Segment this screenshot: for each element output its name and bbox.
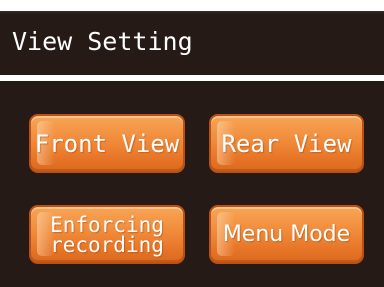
rear-view-label: Rear View bbox=[221, 129, 352, 158]
enforcing-recording-label: Enforcing recording bbox=[50, 212, 164, 257]
page-title: View Setting bbox=[12, 27, 193, 56]
enforcing-recording-label-line1: Enforcing bbox=[50, 212, 164, 237]
enforcing-recording-button[interactable]: Enforcing recording bbox=[29, 205, 185, 264]
top-accent-line bbox=[0, 11, 384, 14]
enforcing-recording-label-line2: recording bbox=[50, 232, 164, 257]
front-view-label: Front View bbox=[34, 129, 180, 158]
menu-mode-button[interactable]: Menu Mode bbox=[209, 205, 364, 264]
menu-mode-label: Menu Mode bbox=[222, 221, 351, 247]
top-border bbox=[0, 0, 384, 11]
rear-view-button[interactable]: Rear View bbox=[209, 114, 364, 173]
front-view-button[interactable]: Front View bbox=[29, 114, 185, 173]
header-divider bbox=[0, 75, 384, 81]
